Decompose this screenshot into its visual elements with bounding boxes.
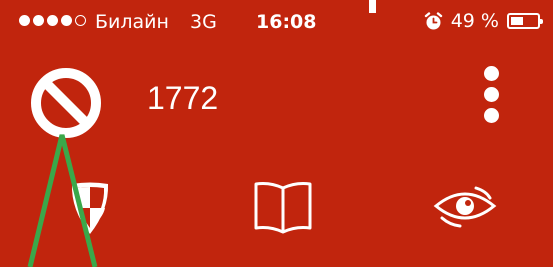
signal-dot bbox=[33, 15, 44, 26]
carrier-info: Билайн 3G bbox=[95, 11, 217, 33]
battery-level bbox=[511, 17, 524, 25]
network-type: 3G bbox=[190, 11, 217, 33]
more-dot bbox=[484, 108, 499, 123]
app-view: Билайн 3G 16:08 49 % 1772 bbox=[0, 0, 553, 267]
phone-number: 1772 bbox=[147, 80, 219, 116]
top-marker bbox=[369, 0, 376, 13]
status-bar: Билайн 3G 16:08 49 % bbox=[0, 0, 553, 46]
signal-dot bbox=[75, 15, 86, 26]
clock: 16:08 bbox=[256, 11, 317, 33]
signal-dot bbox=[47, 15, 58, 26]
tab-protection[interactable] bbox=[64, 180, 116, 238]
block-button[interactable] bbox=[29, 66, 103, 140]
signal-strength-icon bbox=[19, 15, 86, 26]
more-options-button[interactable] bbox=[474, 66, 510, 124]
block-icon bbox=[31, 68, 101, 138]
tab-directory[interactable] bbox=[250, 180, 316, 234]
signal-dot bbox=[19, 15, 30, 26]
book-icon bbox=[254, 182, 312, 234]
battery-icon bbox=[507, 13, 543, 29]
carrier-name: Билайн bbox=[95, 11, 169, 33]
battery-group: 49 % bbox=[424, 10, 543, 32]
more-dot bbox=[484, 66, 499, 81]
screen: Билайн 3G 16:08 49 % 1772 bbox=[0, 0, 553, 267]
eye-icon bbox=[433, 186, 497, 228]
signal-dot bbox=[61, 15, 72, 26]
battery-percent: 49 % bbox=[450, 10, 499, 32]
alarm-clock-icon bbox=[424, 11, 442, 29]
shield-icon bbox=[71, 182, 109, 234]
more-dot bbox=[484, 87, 499, 102]
tab-watch[interactable] bbox=[432, 180, 498, 234]
